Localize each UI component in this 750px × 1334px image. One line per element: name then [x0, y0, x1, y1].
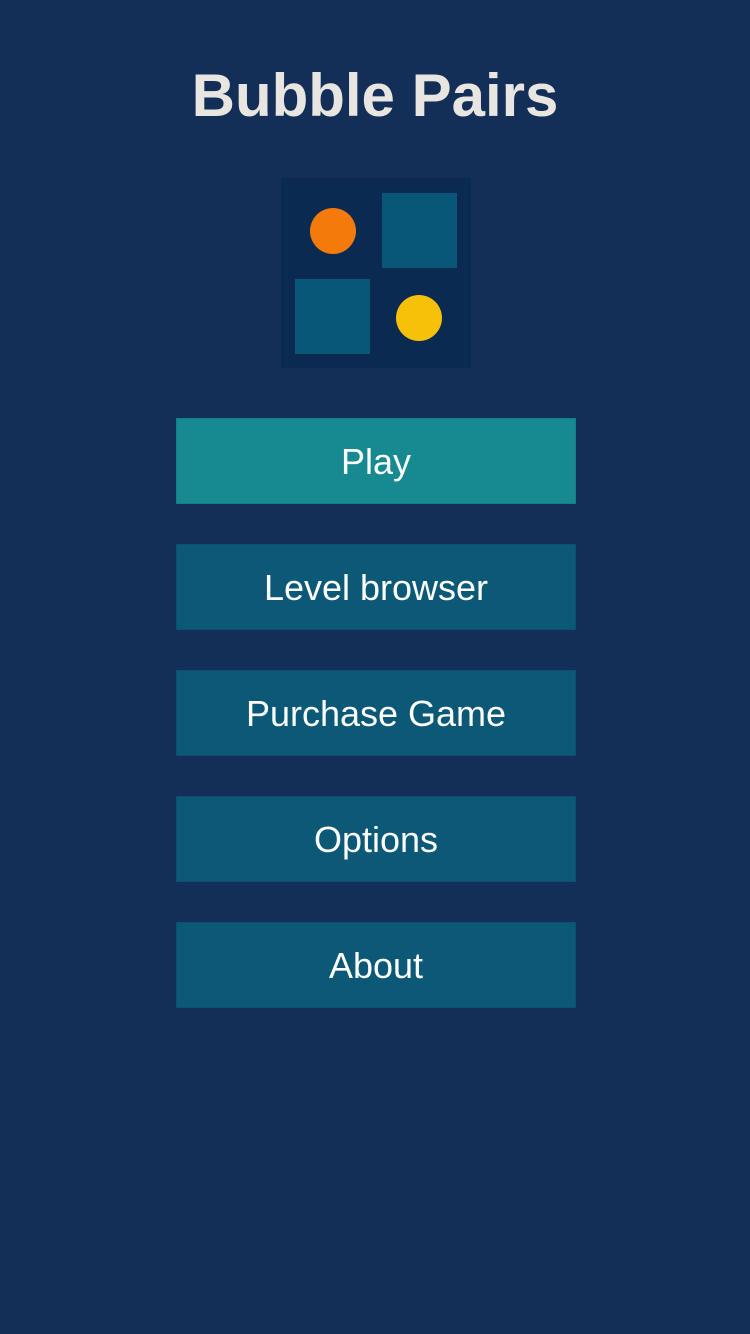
- about-button[interactable]: About: [176, 922, 576, 1008]
- level-browser-button[interactable]: Level browser: [176, 544, 576, 630]
- yellow-bubble-icon: [396, 295, 442, 341]
- options-button[interactable]: Options: [176, 796, 576, 882]
- play-button[interactable]: Play: [176, 418, 576, 504]
- logo-tile-top-right: [382, 193, 457, 268]
- purchase-game-button[interactable]: Purchase Game: [176, 670, 576, 756]
- orange-bubble-icon: [310, 208, 356, 254]
- main-menu: Play Level browser Purchase Game Options…: [176, 418, 576, 1048]
- logo-tile-bottom-left: [295, 279, 370, 354]
- bubble-pairs-logo-icon: [281, 178, 471, 368]
- game-title: Bubble Pairs: [191, 62, 559, 129]
